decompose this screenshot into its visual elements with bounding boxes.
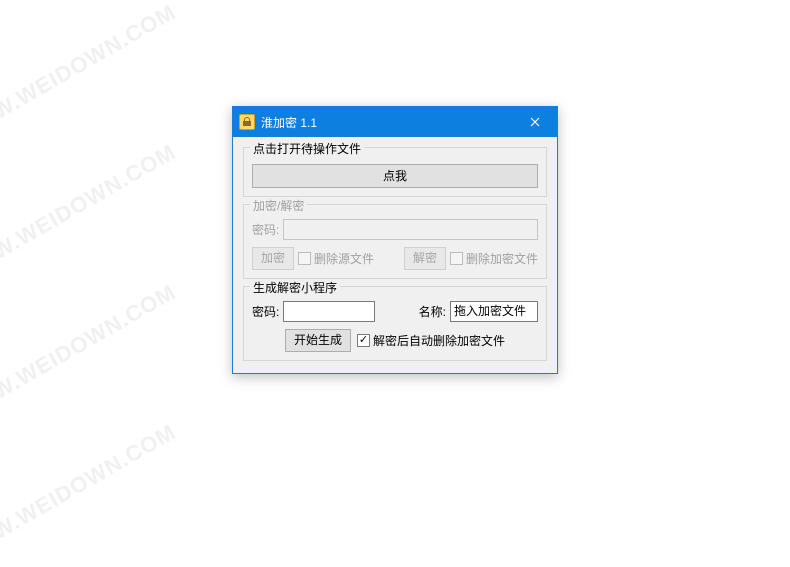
crypt-password-label: 密码: [252,221,279,238]
group-encrypt-decrypt-title: 加密/解密 [250,197,307,214]
crypt-password-input [283,219,538,240]
open-file-button[interactable]: 点我 [252,164,538,188]
close-button[interactable] [512,107,557,137]
watermark: WWW.WEIDOWN.COM [0,279,181,427]
group-generate-decryptor-title: 生成解密小程序 [250,279,340,296]
gen-name-label: 名称: [419,303,446,320]
group-open-file: 点击打开待操作文件 点我 [243,147,547,197]
app-window: 淮加密 1.1 点击打开待操作文件 点我 加密/解密 密码: 加密 删除源文件 [232,106,558,374]
group-open-file-title: 点击打开待操作文件 [250,140,364,157]
delete-source-label: 删除源文件 [314,250,374,267]
auto-delete-label: 解密后自动删除加密文件 [373,332,505,349]
titlebar[interactable]: 淮加密 1.1 [233,107,557,137]
gen-password-label: 密码: [252,303,279,320]
decrypt-button: 解密 [404,247,446,270]
gen-name-input[interactable]: 拖入加密文件 [450,301,538,322]
client-area: 点击打开待操作文件 点我 加密/解密 密码: 加密 删除源文件 解密 删除加密文 [233,137,557,373]
app-lock-icon [239,114,255,130]
delete-source-checkbox: 删除源文件 [298,250,374,267]
window-title: 淮加密 1.1 [261,114,512,131]
checkbox-icon: ✓ [357,334,370,347]
watermark: WWW.WEIDOWN.COM [0,139,181,287]
delete-encrypted-label: 删除加密文件 [466,250,538,267]
generate-button[interactable]: 开始生成 [285,329,351,352]
checkbox-icon [298,252,311,265]
checkbox-icon [450,252,463,265]
watermark: WWW.WEIDOWN.COM [0,0,181,147]
group-encrypt-decrypt: 加密/解密 密码: 加密 删除源文件 解密 删除加密文件 [243,204,547,279]
watermark: WWW.WEIDOWN.COM [0,419,181,567]
auto-delete-checkbox[interactable]: ✓ 解密后自动删除加密文件 [357,332,505,349]
gen-password-input[interactable] [283,301,375,322]
encrypt-button: 加密 [252,247,294,270]
delete-encrypted-checkbox: 删除加密文件 [450,250,538,267]
group-generate-decryptor: 生成解密小程序 密码: 名称: 拖入加密文件 开始生成 ✓ 解密后自动删除加密文… [243,286,547,361]
